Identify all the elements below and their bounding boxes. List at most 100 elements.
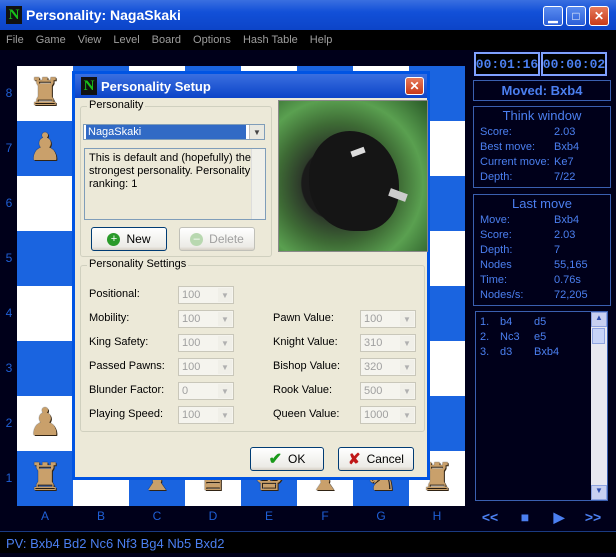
think-row: Score: 2.03 (474, 125, 610, 140)
file-label: F (321, 509, 329, 523)
rank-label: 7 (5, 141, 13, 155)
file-label: E (264, 509, 273, 523)
think-window: Think window Score: 2.03 Best move: Bxb4 Cur… (473, 106, 611, 188)
move-number: 3. (480, 346, 490, 358)
last-row: Time: 0.76s (474, 273, 610, 288)
move-list-scrollbar[interactable]: ▲ ▼ (591, 312, 607, 500)
last-move-button[interactable]: >> (579, 509, 607, 527)
move-list-item[interactable]: 1. b4 d5 (480, 315, 603, 330)
setting-combo[interactable]: 500 ▼ (360, 382, 416, 400)
setting-combo[interactable]: 100 ▼ (178, 286, 234, 304)
settings-group-label: Personality Settings (87, 258, 189, 270)
row-key: Nodes/s: (480, 289, 524, 301)
chess-piece[interactable]: ♜ (17, 66, 73, 121)
board-square[interactable] (17, 286, 73, 341)
row-value: 2.03 (554, 229, 576, 241)
setting-combo[interactable]: 0 ▼ (178, 382, 234, 400)
setting-combo[interactable]: 100 ▼ (178, 358, 234, 376)
maximize-button[interactable]: □ (566, 6, 586, 26)
window-title: Personality: NagaSkaki (26, 7, 181, 23)
first-move-button[interactable]: << (476, 509, 504, 527)
ok-button[interactable]: ✔ OK (250, 447, 324, 471)
row-key: Best move: (480, 141, 536, 153)
personality-group-label: Personality (87, 99, 146, 111)
row-key: Move: (480, 214, 510, 226)
plus-icon: + (107, 232, 121, 246)
description-scrollbar[interactable] (251, 149, 265, 219)
chevron-down-icon: ▼ (218, 360, 232, 374)
menu-board[interactable]: Board (146, 34, 187, 46)
board-square[interactable] (17, 231, 73, 286)
chevron-down-icon: ▼ (218, 336, 232, 350)
menu-hash-table[interactable]: Hash Table (237, 34, 304, 46)
play-button[interactable]: ▶ (545, 509, 573, 527)
row-key: Depth: (480, 171, 513, 183)
setting-combo[interactable]: 100 ▼ (178, 334, 234, 352)
setting-combo[interactable]: 320 ▼ (360, 358, 416, 376)
menu-help[interactable]: Help (304, 34, 339, 46)
setting-label: Mobility: (89, 312, 130, 324)
delete-button[interactable]: – Delete (179, 227, 255, 251)
personality-setup-dialog: N Personality Setup ✕ Personality NagaSk… (72, 71, 430, 480)
menu-level[interactable]: Level (107, 34, 145, 46)
row-key: Depth: (480, 244, 513, 256)
board-square[interactable] (17, 176, 73, 231)
menu-game[interactable]: Game (30, 34, 72, 46)
move-list[interactable]: 1. b4 d5 2. Nc3 e5 3. d3 Bxb4 ▲ ▼ (475, 311, 608, 501)
setting-combo[interactable]: 100 ▼ (178, 406, 234, 424)
chess-piece[interactable]: ♟ (17, 396, 73, 451)
black-move: e5 (534, 331, 547, 343)
pv-status: PV: Bxb4 Bd2 Nc6 Nf3 Bg4 Nb5 Bxd2 (0, 531, 616, 553)
personality-select[interactable]: NagaSkaki ▼ (83, 124, 265, 140)
setting-combo[interactable]: 310 ▼ (360, 334, 416, 352)
rank-label: 4 (5, 306, 13, 320)
setting-combo[interactable]: 100 ▼ (360, 310, 416, 328)
file-label: D (208, 509, 218, 523)
main-window: N Personality: NagaSkaki ▁ □ ✕ File Game… (0, 0, 616, 557)
minimize-button[interactable]: ▁ (543, 6, 563, 26)
stop-button[interactable]: ■ (511, 509, 539, 527)
personality-portrait (278, 100, 428, 252)
menu-view[interactable]: View (72, 34, 108, 46)
menu-file[interactable]: File (0, 34, 30, 46)
rank-label: 8 (5, 86, 13, 100)
think-title: Think window (502, 108, 582, 123)
cancel-button[interactable]: ✘ Cancel (338, 447, 414, 471)
setting-label: Blunder Factor: (89, 384, 165, 396)
close-button[interactable]: ✕ (589, 6, 609, 26)
new-button[interactable]: + New (91, 227, 167, 251)
row-key: Nodes (480, 259, 512, 271)
move-list-item[interactable]: 2. Nc3 e5 (480, 330, 603, 345)
rank-label: 2 (5, 416, 13, 430)
chevron-down-icon: ▼ (400, 384, 414, 398)
row-value: 2.03 (554, 126, 576, 138)
dialog-close-button[interactable]: ✕ (405, 77, 424, 95)
file-label: G (376, 509, 386, 523)
black-move: d5 (534, 316, 547, 328)
app-icon: N (6, 6, 22, 24)
title-bar: N Personality: NagaSkaki ▁ □ ✕ (0, 0, 616, 30)
board-square[interactable] (17, 341, 73, 396)
chevron-down-icon: ▼ (400, 408, 414, 422)
chevron-down-icon: ▼ (400, 336, 414, 350)
rank-label: 1 (5, 471, 13, 485)
minus-icon: – (190, 232, 204, 246)
dialog-icon: N (81, 77, 97, 95)
dialog-title: Personality Setup (101, 78, 211, 94)
moved-label: Moved: Bxb4 (473, 80, 611, 101)
last-row: Move: Bxb4 (474, 213, 610, 228)
row-value: 55,165 (554, 259, 588, 271)
row-value: 7/22 (554, 171, 576, 183)
chess-piece[interactable]: ♟ (17, 121, 73, 176)
last-row: Nodes 55,165 (474, 258, 610, 273)
file-label: H (432, 509, 442, 523)
chevron-down-icon: ▼ (249, 125, 264, 139)
setting-label: Queen Value: (273, 408, 340, 420)
setting-combo[interactable]: 1000 ▼ (360, 406, 416, 424)
menu-options[interactable]: Options (187, 34, 237, 46)
setting-label: Pawn Value: (273, 312, 334, 324)
move-list-item[interactable]: 3. d3 Bxb4 (480, 345, 603, 360)
setting-combo[interactable]: 100 ▼ (178, 310, 234, 328)
chess-piece[interactable]: ♜ (17, 451, 73, 506)
checkmark-icon: ✔ (268, 451, 283, 468)
